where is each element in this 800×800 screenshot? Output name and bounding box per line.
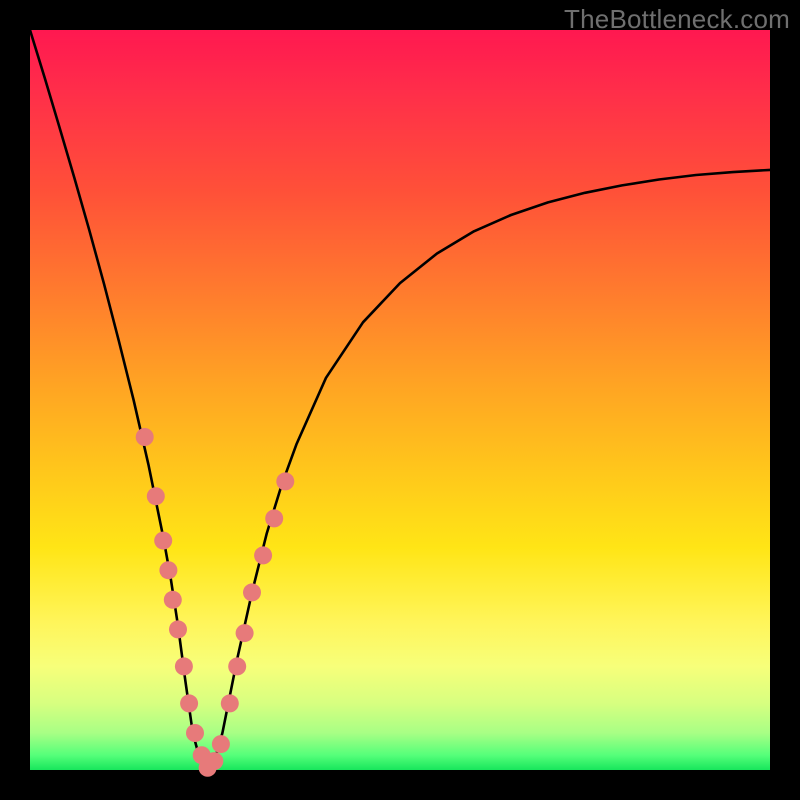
data-point [276, 472, 294, 490]
data-point [243, 583, 261, 601]
data-point [180, 694, 198, 712]
data-point [212, 735, 230, 753]
data-point [164, 591, 182, 609]
data-point [254, 546, 272, 564]
data-point [154, 532, 172, 550]
data-point [186, 724, 204, 742]
chart-frame: TheBottleneck.com [0, 0, 800, 800]
chart-overlay-svg [0, 0, 800, 800]
data-point [228, 657, 246, 675]
bottleneck-curve-path [30, 30, 770, 769]
data-point [147, 487, 165, 505]
data-point [265, 509, 283, 527]
data-point [205, 752, 223, 770]
chart-curve [30, 30, 770, 769]
data-point [159, 561, 177, 579]
chart-data-points [136, 428, 295, 777]
data-point [221, 694, 239, 712]
data-point [175, 657, 193, 675]
watermark-text: TheBottleneck.com [564, 4, 790, 35]
data-point [136, 428, 154, 446]
data-point [169, 620, 187, 638]
data-point [236, 624, 254, 642]
